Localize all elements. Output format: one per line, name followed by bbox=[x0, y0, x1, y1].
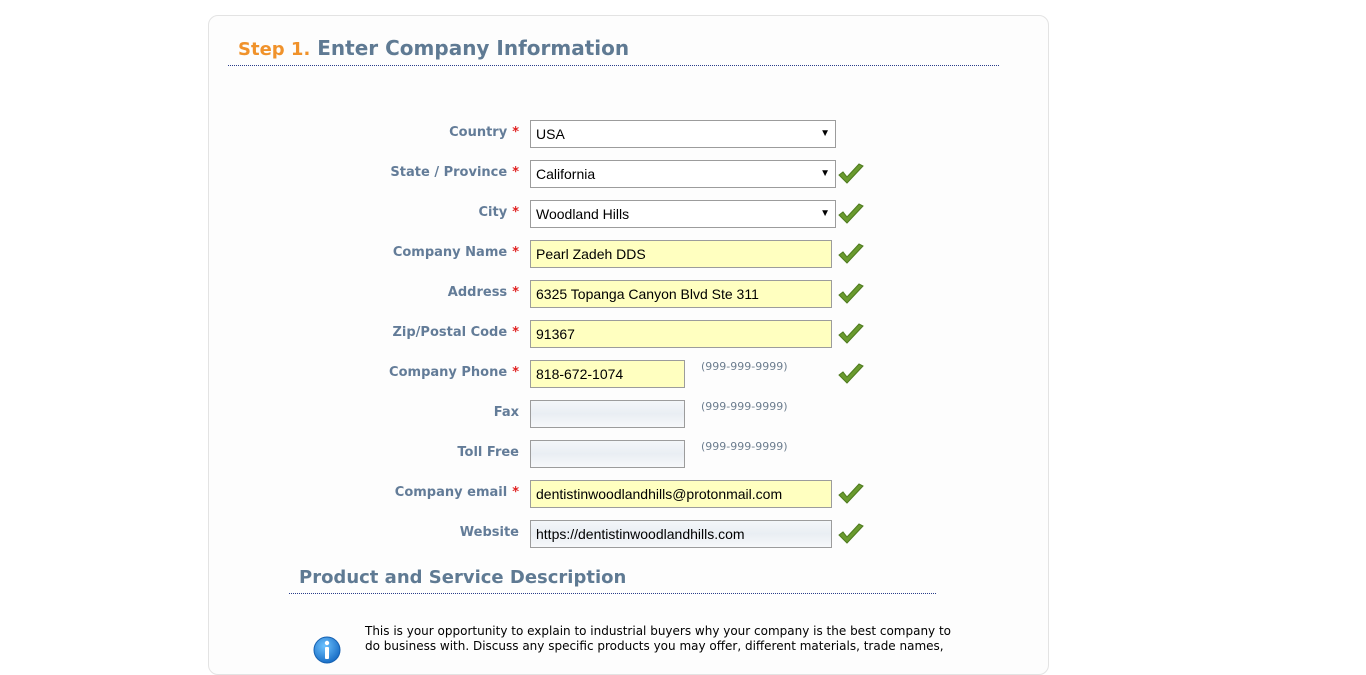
page-title: Step 1. Enter Company Information bbox=[238, 36, 629, 60]
zip-label: Zip/Postal Code * bbox=[392, 325, 519, 340]
website-input[interactable]: https://dentistinwoodlandhills.com bbox=[530, 520, 832, 548]
zip-input[interactable]: 91367 bbox=[530, 320, 832, 348]
checkmark-icon bbox=[838, 283, 864, 304]
step-number: Step 1. bbox=[238, 39, 311, 60]
checkmark-icon bbox=[838, 243, 864, 264]
checkmark-icon bbox=[838, 483, 864, 504]
toll-free-format-hint: (999-999-9999) bbox=[701, 440, 788, 453]
checkmark-icon bbox=[838, 163, 864, 184]
dropdown-arrow-icon: ▼ bbox=[820, 128, 830, 139]
fax-label: Fax bbox=[493, 405, 519, 420]
checkmark-icon bbox=[838, 323, 864, 344]
info-icon bbox=[313, 636, 341, 664]
section-divider bbox=[289, 593, 936, 594]
section-title: Product and Service Description bbox=[299, 567, 627, 588]
state-label: State / Province * bbox=[390, 165, 519, 180]
email-input[interactable]: dentistinwoodlandhills@protonmail.com bbox=[530, 480, 832, 508]
city-select[interactable]: Woodland Hills ▼ bbox=[530, 200, 836, 228]
address-label: Address * bbox=[447, 285, 519, 300]
fax-input[interactable] bbox=[530, 400, 685, 428]
website-label: Website bbox=[459, 525, 519, 540]
state-select[interactable]: California ▼ bbox=[530, 160, 836, 188]
dropdown-arrow-icon: ▼ bbox=[820, 208, 830, 219]
toll-free-input[interactable] bbox=[530, 440, 685, 468]
email-label: Company email * bbox=[394, 485, 519, 500]
step-title-text: Enter Company Information bbox=[317, 36, 630, 60]
checkmark-icon bbox=[838, 523, 864, 544]
phone-format-hint: (999-999-9999) bbox=[701, 360, 788, 373]
city-label: City * bbox=[478, 205, 520, 220]
country-select[interactable]: USA ▼ bbox=[530, 120, 836, 148]
dropdown-arrow-icon: ▼ bbox=[820, 168, 830, 179]
fax-format-hint: (999-999-9999) bbox=[701, 400, 788, 413]
address-input[interactable]: 6325 Topanga Canyon Blvd Ste 311 bbox=[530, 280, 832, 308]
company-name-label: Company Name * bbox=[392, 245, 519, 260]
phone-input[interactable]: 818-672-1074 bbox=[530, 360, 685, 388]
company-name-input[interactable]: Pearl Zadeh DDS bbox=[530, 240, 832, 268]
toll-free-label: Toll Free bbox=[457, 445, 519, 460]
checkmark-icon bbox=[838, 203, 864, 224]
title-divider bbox=[228, 65, 999, 66]
phone-label: Company Phone * bbox=[389, 365, 519, 380]
section-description: This is your opportunity to explain to i… bbox=[365, 624, 952, 653]
country-label: Country * bbox=[449, 125, 519, 140]
checkmark-icon bbox=[838, 363, 864, 384]
